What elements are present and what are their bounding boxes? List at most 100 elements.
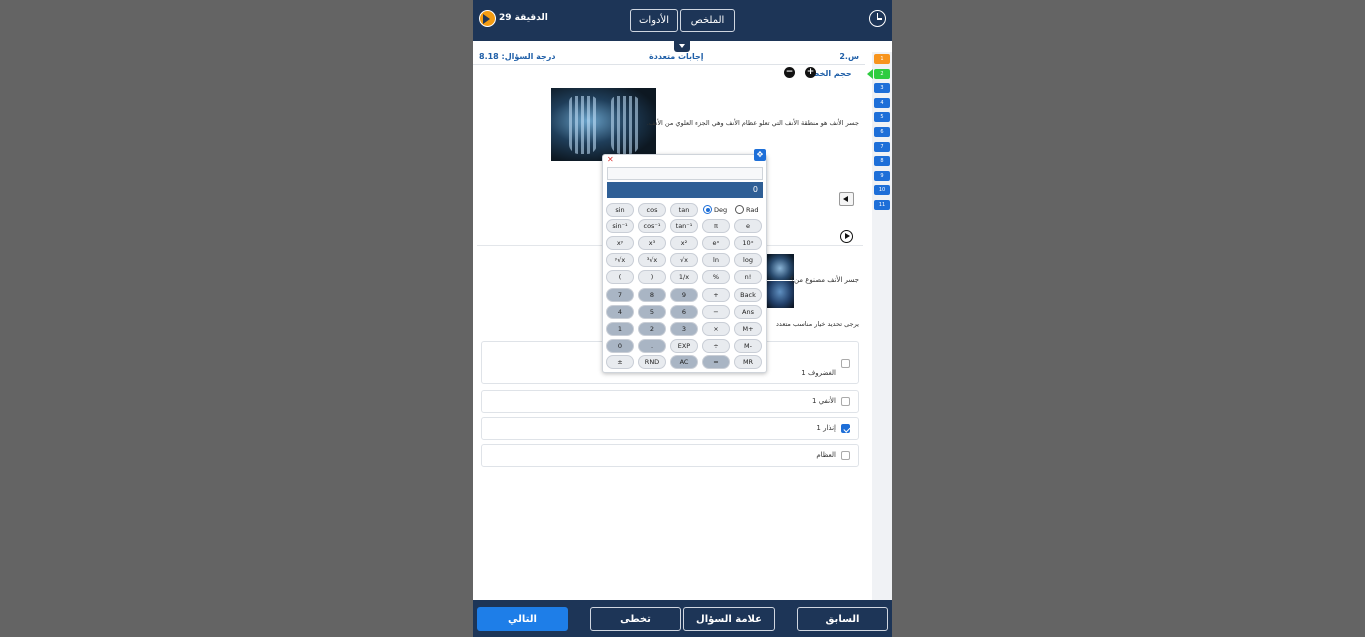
calc-key[interactable]: RND: [638, 355, 666, 369]
calc-key[interactable]: M-: [734, 339, 762, 353]
calc-key[interactable]: cos⁻¹: [638, 219, 666, 233]
calc-key[interactable]: 8: [638, 288, 666, 302]
calc-key[interactable]: =: [702, 355, 730, 369]
calc-key[interactable]: Back: [734, 288, 762, 302]
nav-item-label: 9: [880, 173, 884, 179]
nav-item-label: 4: [880, 100, 884, 106]
calc-key[interactable]: ln: [702, 253, 730, 267]
deg-label: Deg: [714, 205, 728, 214]
rad-radio-icon[interactable]: [735, 205, 744, 214]
calc-key[interactable]: xʸ: [606, 236, 634, 250]
close-icon[interactable]: ✕: [607, 155, 614, 164]
question-description: جسر الأنف هو منطقة الأنف التي تعلو عظام …: [646, 119, 859, 127]
calc-key[interactable]: x³: [638, 236, 666, 250]
calc-key[interactable]: (: [606, 270, 634, 284]
calc-key[interactable]: tan: [670, 203, 698, 217]
next-button[interactable]: التالي: [477, 607, 568, 631]
question-instruction: يرجى تحديد خيار مناسب متعدد: [776, 320, 859, 328]
deg-radio[interactable]: Deg: [703, 205, 727, 214]
calc-key[interactable]: log: [734, 253, 762, 267]
play-icon[interactable]: [840, 230, 853, 243]
calc-key[interactable]: n!: [734, 270, 762, 284]
calc-key[interactable]: ³√x: [638, 253, 666, 267]
calc-key[interactable]: MR: [734, 355, 762, 369]
nav-item-4[interactable]: 4: [874, 98, 890, 108]
calc-key[interactable]: %: [702, 270, 730, 284]
timer-play-icon: [479, 9, 496, 27]
speaker-icon[interactable]: [839, 192, 854, 206]
clock-icon[interactable]: [869, 10, 886, 27]
nav-item-6[interactable]: 6: [874, 127, 890, 137]
calc-key[interactable]: 3: [670, 322, 698, 336]
current-question-indicator: [867, 69, 873, 79]
nav-item-5[interactable]: 5: [874, 112, 890, 122]
calc-key[interactable]: tan⁻¹: [670, 219, 698, 233]
calc-key[interactable]: 1: [606, 322, 634, 336]
calculator-display: 0: [607, 182, 763, 198]
option-checkbox[interactable]: [841, 451, 850, 460]
calc-key[interactable]: EXP: [670, 339, 698, 353]
option-checkbox[interactable]: [841, 359, 850, 368]
nav-item-2[interactable]: 2: [874, 69, 890, 79]
rad-label: Rad: [746, 205, 759, 214]
nav-item-3[interactable]: 3: [874, 83, 890, 93]
calc-key[interactable]: 10ˣ: [734, 236, 762, 250]
calc-key[interactable]: 0: [606, 339, 634, 353]
nav-item-1[interactable]: 1: [874, 54, 890, 64]
previous-button[interactable]: السابق: [797, 607, 888, 631]
nav-item-7[interactable]: 7: [874, 142, 890, 152]
option-checkbox[interactable]: [841, 424, 850, 433]
nav-item-11[interactable]: 11: [874, 200, 890, 210]
question-number: س.2: [839, 52, 859, 61]
calc-key[interactable]: ×: [702, 322, 730, 336]
move-icon[interactable]: ✥: [754, 149, 766, 161]
calc-key[interactable]: 5: [638, 305, 666, 319]
calc-key[interactable]: e: [734, 219, 762, 233]
calc-key[interactable]: +: [702, 288, 730, 302]
nav-item-label: 5: [880, 114, 884, 120]
calc-key[interactable]: sin⁻¹: [606, 219, 634, 233]
calc-key[interactable]: −: [702, 305, 730, 319]
calc-key[interactable]: π: [702, 219, 730, 233]
calc-key[interactable]: Ans: [734, 305, 762, 319]
calc-key[interactable]: eˣ: [702, 236, 730, 250]
calc-key[interactable]: x²: [670, 236, 698, 250]
calc-key[interactable]: 1/x: [670, 270, 698, 284]
calc-key[interactable]: 7: [606, 288, 634, 302]
skip-button[interactable]: تخطى: [590, 607, 681, 631]
rad-radio[interactable]: Rad: [735, 205, 758, 214]
nav-item-label: 1: [880, 56, 884, 62]
calc-key[interactable]: 4: [606, 305, 634, 319]
deg-radio-icon[interactable]: [703, 205, 712, 214]
option-3[interactable]: إنذار 1: [481, 417, 859, 440]
summary-button[interactable]: الملخص: [680, 9, 735, 32]
nav-item-8[interactable]: 8: [874, 156, 890, 166]
nav-item-label: 11: [878, 202, 886, 208]
calc-key[interactable]: ±: [606, 355, 634, 369]
calc-key[interactable]: 6: [670, 305, 698, 319]
calc-key[interactable]: sin: [606, 203, 634, 217]
question-prompt: جسر الأنف مصنوع من؟: [790, 276, 859, 284]
calc-key[interactable]: ÷: [702, 339, 730, 353]
calc-key[interactable]: 2: [638, 322, 666, 336]
nav-item-9[interactable]: 9: [874, 171, 890, 181]
option-4[interactable]: العظام: [481, 444, 859, 467]
font-decrease-icon[interactable]: −: [784, 67, 795, 78]
calc-key[interactable]: ): [638, 270, 666, 284]
font-increase-icon[interactable]: +: [805, 67, 816, 78]
option-label: الأنفي 1: [812, 397, 836, 405]
mark-question-button[interactable]: علامة السؤال: [683, 607, 775, 631]
tools-button[interactable]: الأدوات: [630, 9, 678, 32]
calc-key[interactable]: M+: [734, 322, 762, 336]
nav-item-label: 8: [880, 158, 884, 164]
option-2[interactable]: الأنفي 1: [481, 390, 859, 413]
calc-key[interactable]: cos: [638, 203, 666, 217]
calc-key[interactable]: √x: [670, 253, 698, 267]
calc-key[interactable]: AC: [670, 355, 698, 369]
option-checkbox[interactable]: [841, 397, 850, 406]
calc-key[interactable]: ʸ√x: [606, 253, 634, 267]
nav-item-10[interactable]: 10: [874, 185, 890, 195]
calc-key[interactable]: .: [638, 339, 666, 353]
nav-item-label: 2: [880, 71, 884, 77]
calc-key[interactable]: 9: [670, 288, 698, 302]
